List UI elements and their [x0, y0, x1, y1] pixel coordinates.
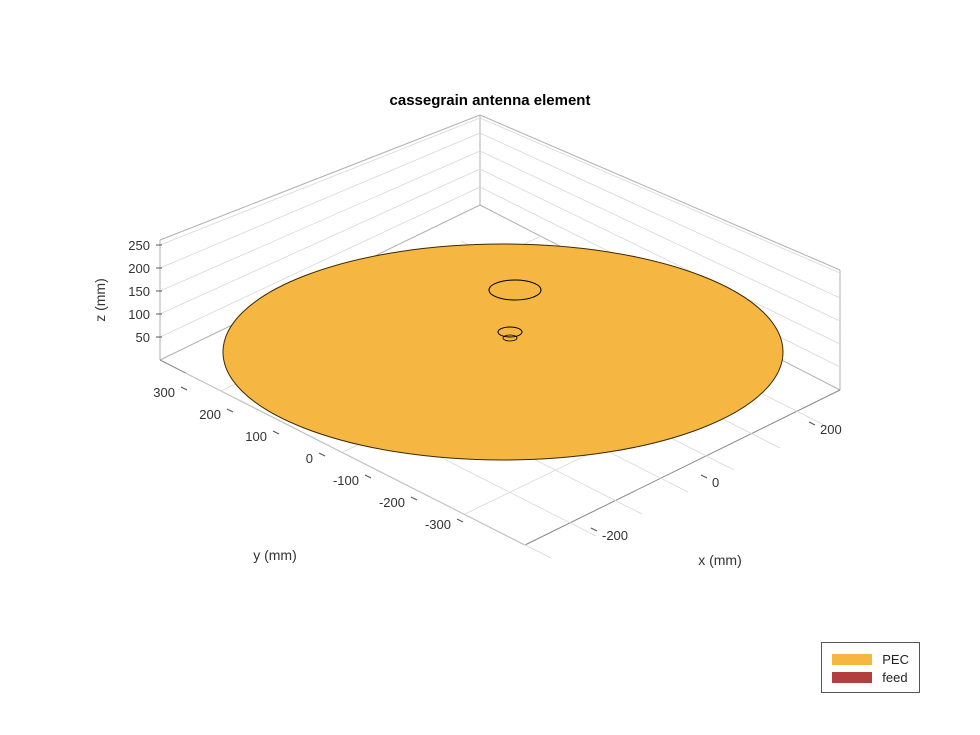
y-tick-n300: -300	[425, 517, 451, 532]
z-axis-label: z (mm)	[92, 278, 108, 322]
z-tick-50: 50	[136, 330, 150, 345]
x-axis-label: x (mm)	[698, 552, 742, 568]
z-tick-labels: 50 100 150 200 250	[128, 238, 150, 345]
z-tick-100: 100	[128, 307, 150, 322]
x-tick-n200: -200	[602, 528, 628, 543]
legend-swatch-pec	[832, 654, 872, 665]
x-tick-200: 200	[820, 422, 842, 437]
legend: PEC feed	[821, 642, 920, 693]
y-tick-100: 100	[245, 429, 267, 444]
z-tick-150: 150	[128, 284, 150, 299]
z-tick-200: 200	[128, 261, 150, 276]
y-tick-0: 0	[306, 451, 313, 466]
legend-swatch-feed	[832, 672, 872, 683]
x-tick-0: 0	[712, 475, 719, 490]
legend-label-feed: feed	[882, 670, 907, 685]
y-tick-n100: -100	[333, 473, 359, 488]
y-tick-200: 200	[199, 407, 221, 422]
axes-3d[interactable]: 50 100 150 200 250 z (mm) 300 200 100 0 …	[0, 0, 980, 735]
y-tick-n200: -200	[379, 495, 405, 510]
legend-item-feed: feed	[832, 670, 909, 685]
y-tick-300: 300	[153, 385, 175, 400]
legend-item-pec: PEC	[832, 652, 909, 667]
figure-container: cassegrain antenna element	[0, 0, 980, 735]
y-axis-label: y (mm)	[253, 547, 297, 563]
z-tick-250: 250	[128, 238, 150, 253]
legend-label-pec: PEC	[882, 652, 909, 667]
pec-main-reflector	[223, 244, 783, 460]
pec-sub-reflector	[489, 280, 541, 300]
